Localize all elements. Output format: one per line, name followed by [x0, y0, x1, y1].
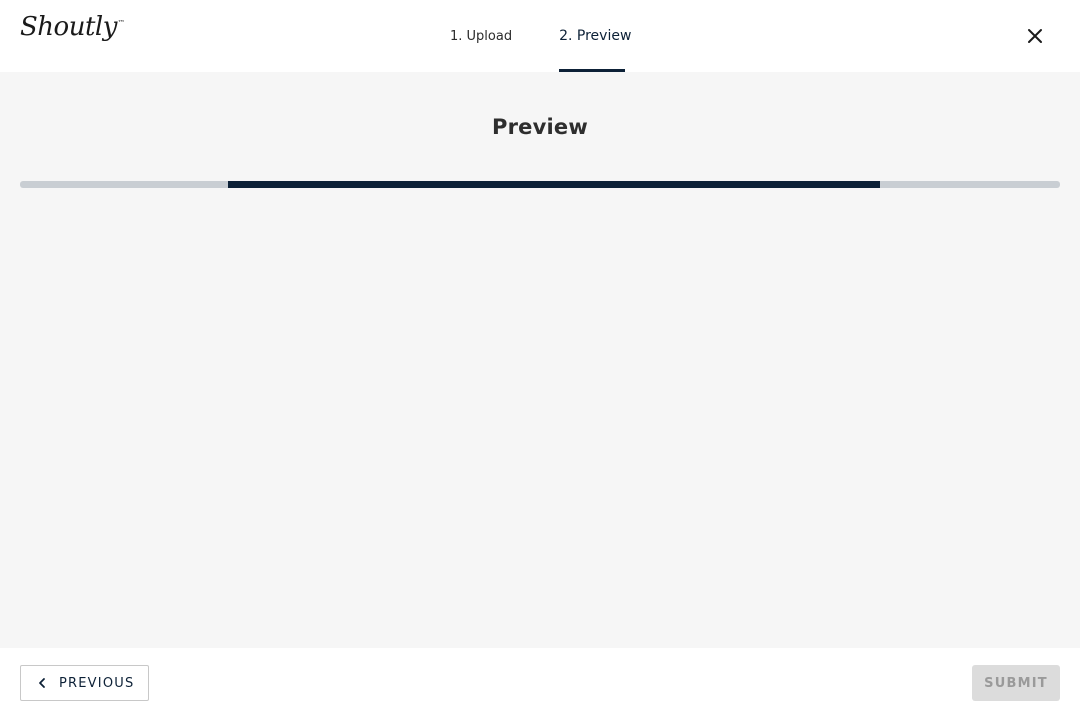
preview-area: Preview — [0, 72, 1080, 648]
horizontal-scrollbar[interactable] — [20, 181, 1060, 188]
submit-button-label: SUBMIT — [984, 675, 1048, 691]
logo-text: Shoutly — [20, 12, 117, 42]
trademark-mark: ™ — [117, 19, 125, 27]
chevron-left-icon — [39, 678, 45, 688]
bottom-bar: PREVIOUS SUBMIT — [0, 648, 1080, 720]
close-button[interactable] — [1024, 25, 1046, 47]
close-icon — [1028, 29, 1042, 43]
submit-button[interactable]: SUBMIT — [972, 665, 1060, 701]
tab-preview-label: 2. Preview — [559, 28, 632, 44]
tab-upload-label: 1. Upload — [450, 28, 513, 44]
page-title: Preview — [492, 115, 588, 139]
previous-button[interactable]: PREVIOUS — [20, 665, 149, 701]
previous-button-label: PREVIOUS — [59, 675, 135, 691]
top-bar: Shoutly ™ 1. Upload 2. Preview — [0, 0, 1080, 72]
step-tabs: 1. Upload 2. Preview — [450, 0, 631, 72]
shoutly-logo[interactable]: Shoutly ™ — [20, 12, 125, 48]
scrollbar-thumb[interactable] — [228, 181, 881, 188]
tab-upload[interactable]: 1. Upload — [450, 0, 512, 72]
tab-preview[interactable]: 2. Preview — [559, 0, 631, 72]
